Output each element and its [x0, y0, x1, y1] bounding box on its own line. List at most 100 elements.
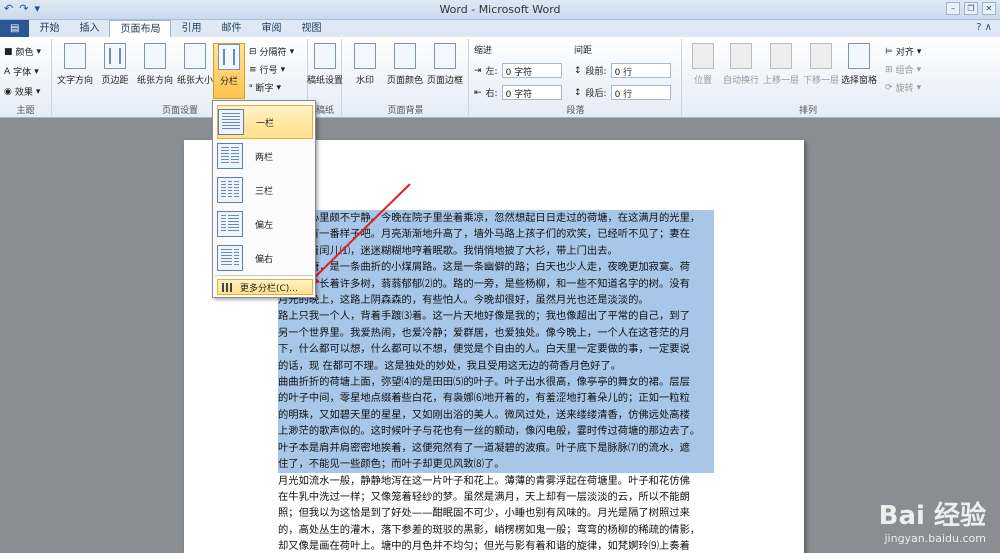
- page-color-icon: [394, 43, 416, 69]
- tab-file[interactable]: ▤: [0, 20, 30, 37]
- selected-text-line[interactable]: 的叶子中间，零星地点缀着些白花，有袅娜⑹地开着的，有羞涩地打着朵儿的；正如一粒粒: [278, 390, 714, 407]
- breaks-icon: ⊟: [249, 46, 257, 57]
- columns-dropdown: 一栏 两栏 三栏 偏左 偏右 更多分栏(C)...: [212, 100, 316, 298]
- indent-left-input[interactable]: 0 字符: [501, 63, 562, 78]
- close-icon[interactable]: ✕: [982, 2, 996, 15]
- minimize-icon[interactable]: –: [946, 2, 960, 15]
- theme-effects-button[interactable]: ◉ 效果 ▾: [4, 85, 40, 99]
- columns-icon: [218, 44, 240, 70]
- rotate-icon: ⟳: [885, 82, 893, 93]
- text-direction-icon: [64, 43, 86, 69]
- tab-review[interactable]: 审阅: [251, 20, 291, 37]
- ribbon-tabs: ▤ 开始 插入 页面布局 引用 邮件 审阅 视图 ? ∧: [0, 20, 1000, 37]
- paragraph-group: 缩进 间距 ⇥ 左: 0 字符 ⇤ 右: 0 字符 ↕ 段前: 0 行 ↕ 段后: 0 行 段落: [470, 39, 682, 116]
- menu-separator: [215, 275, 313, 276]
- paper-size-icon: [184, 43, 206, 69]
- align-button[interactable]: ⊨ 对齐 ▾: [885, 45, 921, 59]
- tab-home[interactable]: 开始: [29, 20, 69, 37]
- selected-text-line[interactable]: 叶子本是肩并肩密密地挨着，这便宛然有了一道凝碧的波痕。叶子底下是脉脉⑺的流水，遮: [278, 439, 714, 457]
- page-background-group: 水印 页面颜色 页面边框 页面背景: [343, 39, 469, 116]
- bring-forward-icon: [770, 43, 792, 69]
- right-column-icon: [217, 245, 243, 271]
- tab-references[interactable]: 引用: [171, 20, 211, 37]
- send-backward-icon: [810, 43, 832, 69]
- selected-text-line[interactable]: 的话，现 在都可不理。这是独处的妙处，我且受用这无边的荷香月色好了。: [278, 357, 714, 375]
- text-line[interactable]: 月光如流水一般，静静地泻在这一片叶子和花上。薄薄的青雾浮起在荷塘里。叶子和花仿佛: [278, 473, 714, 489]
- columns-right-item[interactable]: 偏右: [217, 241, 313, 275]
- text-line[interactable]: 照；但我以为这恰是到了好处——酣眠固不可少，小睡也别有风味的。月光是隔了树照过来: [278, 505, 714, 521]
- selected-text-line[interactable]: 下，什么都可以想，什么都可以不想，便觉是个自由的人。白天里一定要做的事，一定要说: [278, 341, 714, 358]
- line-numbers-button[interactable]: ≡ 行号 ▾: [249, 63, 285, 77]
- indent-right-field: ⇤ 右: 0 字符: [474, 85, 562, 100]
- tab-page-layout[interactable]: 页面布局: [109, 20, 172, 37]
- page-color-button[interactable]: 页面颜色: [385, 43, 425, 86]
- spacing-title: 间距: [574, 46, 593, 56]
- line-numbers-icon: ≡: [249, 64, 257, 75]
- group-label-paragraph: 段落: [566, 106, 585, 116]
- columns-three-item[interactable]: 三栏: [217, 173, 313, 207]
- margins-button[interactable]: 页边距: [95, 43, 135, 86]
- palette-icon: ■: [4, 46, 13, 57]
- restore-icon[interactable]: ❐: [964, 2, 978, 15]
- watermark-icon: [354, 43, 376, 69]
- text-line[interactable]: 在牛乳中洗过一样；又像笼着轻纱的梦。虽然是满月，天上却有一层淡淡的云，所以不能朗: [278, 489, 714, 505]
- rotate-button[interactable]: ⟳ 旋转 ▾: [885, 81, 921, 95]
- text-direction-button[interactable]: 文字方向: [55, 43, 95, 86]
- wrap-text-button[interactable]: 自动换行: [721, 43, 761, 86]
- bring-forward-button[interactable]: 上移一层: [761, 43, 801, 86]
- arrow-shaft: [311, 183, 411, 281]
- wrap-text-icon: [730, 43, 752, 69]
- draft-paper-button[interactable]: 稿纸设置: [305, 43, 345, 86]
- selected-text-line[interactable]: 另一个世界里。我爱热闹，也爱冷静；爱群居，也爱独处。像今晚上，一个人在这苍茫的月: [278, 324, 714, 342]
- hyphenation-button[interactable]: ᵃ 断字 ▾: [249, 81, 281, 95]
- columns-two-item[interactable]: 两栏: [217, 139, 313, 173]
- paper-size-button[interactable]: 纸张大小: [175, 43, 215, 86]
- hyphenation-icon: ᵃ: [249, 82, 253, 93]
- one-column-icon: [218, 109, 244, 135]
- spacing-after-input[interactable]: 0 行: [610, 85, 671, 100]
- indent-right-icon: ⇤: [474, 87, 482, 98]
- indent-title: 缩进: [474, 46, 493, 56]
- selected-text-line[interactable]: 路上只我一个人，背着手踱⑶着。这一片天地好像是我的；我也像超出了平常的自己，到了: [278, 308, 714, 325]
- watermark-button[interactable]: 水印: [345, 43, 385, 86]
- arrange-group: 位置 自动换行 上移一层 下移一层 选择窗格 ⊨ 对齐 ▾ ⊞ 组合 ▾ ⟳ 旋转 ▾ 排列: [683, 39, 933, 116]
- left-column-icon: [217, 211, 243, 237]
- text-line[interactable]: 却又像是画在荷叶上。塘中的月色并不均匀；但光与影有着和谐的旋律，如梵婀玲⑼上奏着: [278, 538, 714, 553]
- group-label-themes: 主题: [16, 106, 35, 116]
- tab-insert[interactable]: 插入: [69, 20, 109, 37]
- selected-text-line[interactable]: 上渺茫的歌声似的。这时候叶子与花也有一丝的颤动，像闪电般，霎时传过荷塘的那边去了…: [278, 423, 714, 440]
- selected-text-line[interactable]: 住了，不能见一些颜色；而叶子却更见风致⑻了。: [278, 456, 714, 473]
- theme-colors-button[interactable]: ■ 颜色 ▾: [4, 45, 41, 59]
- orientation-icon: [144, 43, 166, 69]
- indent-right-input[interactable]: 0 字符: [501, 85, 562, 100]
- spacing-before-field: ↕ 段前: 0 行: [574, 63, 671, 78]
- group-label-arrange: 排列: [798, 106, 817, 116]
- page-borders-icon: [434, 43, 456, 69]
- position-button[interactable]: 位置: [683, 43, 723, 86]
- send-backward-button[interactable]: 下移一层: [801, 43, 841, 86]
- breaks-button[interactable]: ⊟ 分隔符 ▾: [249, 45, 294, 59]
- tab-mailings[interactable]: 邮件: [211, 20, 251, 37]
- selected-text-line[interactable]: 曲曲折折的荷塘上面，弥望⑷的是田田⑸的叶子。叶子出水很高，像亭亭的舞女的裙。层层: [278, 374, 714, 391]
- window-title: Word - Microsoft Word: [439, 3, 561, 16]
- more-columns-item[interactable]: 更多分栏(C)...: [217, 279, 313, 295]
- orientation-button[interactable]: 纸张方向: [135, 43, 175, 86]
- tab-view[interactable]: 视图: [291, 20, 331, 37]
- columns-button[interactable]: 分栏: [213, 43, 245, 99]
- columns-one-item[interactable]: 一栏: [217, 105, 313, 139]
- group-icon: ⊞: [885, 64, 893, 75]
- group-button[interactable]: ⊞ 组合 ▾: [885, 63, 921, 77]
- title-bar: ↶ ↷ ▾ Word - Microsoft Word – ❐ ✕: [0, 0, 1000, 20]
- help-icon[interactable]: ? ∧: [976, 22, 992, 33]
- theme-fonts-button[interactable]: A 字体 ▾: [4, 65, 39, 79]
- font-icon: A: [4, 66, 11, 77]
- indent-left-icon: ⇥: [474, 65, 482, 76]
- selection-pane-button[interactable]: 选择窗格: [839, 43, 879, 86]
- window-controls: – ❐ ✕: [946, 2, 996, 15]
- selected-text-line[interactable]: 的明珠，又如碧天里的星星，又如刚出浴的美人。微风过处，送来缕缕清香，仿佛远处高楼: [278, 406, 714, 424]
- spacing-before-input[interactable]: 0 行: [610, 63, 671, 78]
- selection-pane-icon: [848, 43, 870, 69]
- text-line[interactable]: 的，高处丛生的灌木，落下参差的斑驳的黑影，峭楞楞如鬼一般；弯弯的杨柳的稀疏的倩影…: [278, 522, 714, 538]
- columns-left-item[interactable]: 偏左: [217, 207, 313, 241]
- page-borders-button[interactable]: 页面边框: [425, 43, 465, 86]
